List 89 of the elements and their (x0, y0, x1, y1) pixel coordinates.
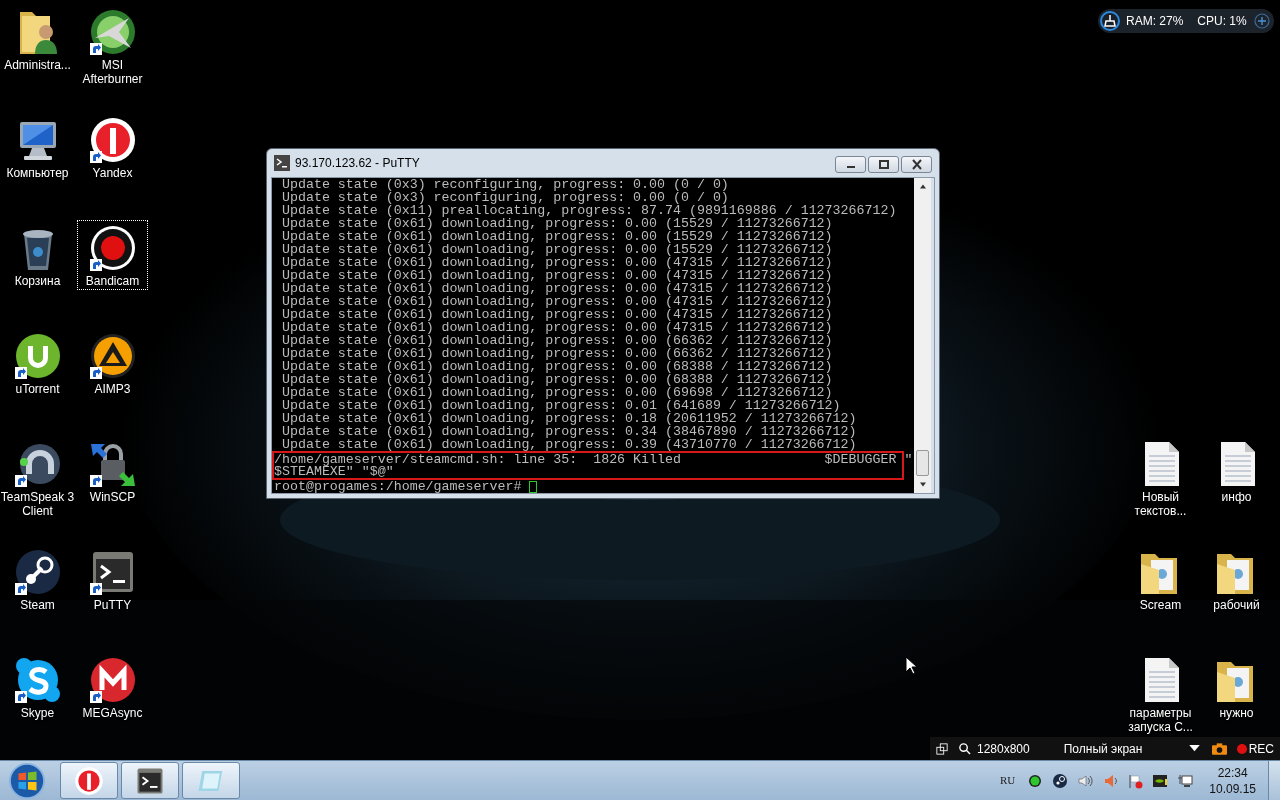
mouse-pointer-icon (905, 656, 917, 675)
maximize-icon (878, 159, 889, 169)
language-indicator[interactable]: RU (1000, 772, 1016, 789)
terminal-icon (274, 155, 290, 171)
terminal-line: Update state (0x3) reconfiguring, progress: 0.00 (0 / 0) (281, 178, 730, 191)
terminal-line: /home/gameserver/steamcmd.sh: line 35: 1826 Killed $DEBUGGER " (274, 453, 913, 466)
status-light-icon[interactable] (1027, 772, 1044, 789)
clock-date[interactable]: 10.09.15 (1209, 780, 1256, 797)
terminal-line: Update state (0x61) downloading, progress: 0.34 (38467890 / 11273266712) (281, 425, 858, 438)
camera-icon[interactable] (1211, 742, 1227, 755)
search-icon[interactable] (958, 742, 971, 755)
taskbar-button[interactable] (121, 762, 179, 799)
broom-icon[interactable] (1100, 11, 1120, 31)
shell-prompt: root@progames:/home/gameserver# (274, 480, 523, 493)
window-title: 93.170.123.62 - PuTTY (295, 155, 420, 172)
icon-label[interactable]: Компьютер (0, 166, 75, 180)
clock-time[interactable]: 22:34 (1217, 764, 1248, 781)
terminal-line: Update state (0x61) downloading, progress: 0.00 (47315 / 11273266712) (281, 256, 834, 269)
terminal-line: Update state (0x61) downloading, progress: 0.00 (68388 / 11273266712) (281, 373, 834, 386)
terminal-line: Update state (0x61) downloading, progress: 0.00 (66362 / 11273266712) (281, 334, 834, 347)
terminal-line: Update state (0x61) downloading, progress: 0.01 (641689 / 11273266712) (281, 399, 841, 412)
icon-label[interactable]: MEGAsync (75, 706, 150, 720)
plus-icon[interactable] (1254, 13, 1270, 29)
record-button[interactable]: REC (1236, 739, 1274, 758)
icon-label[interactable]: Scream (1123, 598, 1198, 612)
terminal-line: Update state (0x61) downloading, progress: 0.00 (68388 / 11273266712) (281, 360, 834, 373)
steam-icon[interactable] (13, 548, 62, 596)
cpu-usage: CPU: 1% (1197, 13, 1247, 30)
terminal-line: Update state (0x11) preallocating, progress: 87.74 (9891169886 / 11273266712) (281, 204, 898, 217)
icon-label[interactable]: Administra... (0, 58, 75, 72)
terminal-line: Update state (0x61) downloading, progress: 0.00 (15529 / 11273266712) (281, 230, 834, 243)
speaker-icon[interactable] (1077, 772, 1094, 789)
close-icon (911, 158, 922, 170)
terminal-line: $STEAMEXE" "$@" (274, 465, 394, 478)
record-dot-icon (1236, 743, 1247, 754)
close-button[interactable] (901, 155, 932, 173)
utorrent-icon[interactable] (13, 332, 62, 380)
terminal-line: Update state (0x61) downloading, progress: 0.39 (43710770 / 11273266712) (281, 438, 858, 451)
icon-label[interactable]: рабочий (1199, 598, 1274, 612)
terminal-line: Update state (0x61) downloading, progress: 0.00 (15529 / 11273266712) (281, 217, 833, 230)
chip-icon[interactable] (1152, 772, 1169, 789)
terminal-line: Update state (0x3) reconfiguring, progress: 0.00 (0 / 0) (281, 191, 729, 204)
msi-icon[interactable] (88, 8, 137, 56)
icon-label[interactable]: параметры запуска С... (1123, 706, 1198, 734)
capture-mode-label[interactable]: Полный экран (1063, 739, 1143, 758)
icon-label[interactable]: uTorrent (0, 382, 75, 396)
terminal-line: Update state (0x61) downloading, progress: 0.18 (20611952 / 11273266712) (281, 412, 858, 425)
show-desktop-button[interactable] (1268, 760, 1280, 800)
icon-label[interactable]: Steam (0, 598, 75, 612)
terminal-line: Update state (0x61) downloading, progress: 0.00 (47315 / 11273266712) (281, 308, 834, 321)
minimize-button[interactable] (835, 155, 866, 173)
icon-label[interactable]: PuTTY (75, 598, 150, 612)
icon-label[interactable]: Новый текстов... (1123, 490, 1198, 518)
steam-icon[interactable] (1052, 772, 1069, 789)
terminal-line: Update state (0x61) downloading, progress: 0.00 (47315 / 11273266712) (281, 295, 834, 308)
icon-label[interactable]: нужно (1199, 706, 1274, 720)
aimp-icon[interactable] (88, 332, 137, 380)
scroll-thumb[interactable] (916, 450, 929, 476)
icon-label[interactable]: TeamSpeak 3 Client (0, 490, 75, 518)
scrollbar[interactable] (914, 178, 931, 493)
bandicam-icon[interactable] (88, 224, 137, 272)
terminal-line: Update state (0x61) downloading, progress: 0.00 (69698 / 11273266712) (281, 386, 833, 399)
terminal-line: Update state (0x61) downloading, progress: 0.00 (47315 / 11273266712) (281, 321, 834, 334)
icon-label[interactable]: WinSCP (75, 490, 150, 504)
mega-icon[interactable] (88, 656, 137, 704)
flag-icon[interactable] (1127, 772, 1144, 789)
caret-icon[interactable] (1188, 745, 1200, 752)
icon-label[interactable]: инфо (1199, 490, 1274, 504)
ram-usage: RAM: 27% (1126, 13, 1184, 30)
windows-icon[interactable] (936, 742, 948, 755)
terminal-line: Update state (0x61) downloading, progress: 0.00 (15529 / 11273266712) (281, 243, 834, 256)
icon-label[interactable]: Yandex (75, 166, 150, 180)
start-button[interactable] (8, 761, 46, 800)
minimize-icon (846, 165, 855, 168)
terminal-line: Update state (0x61) downloading, progress: 0.00 (66362 / 11273266712) (281, 347, 834, 360)
icon-label[interactable]: AIMP3 (75, 382, 150, 396)
resolution-label: 1280x800 (977, 740, 1030, 758)
skype-icon[interactable] (13, 656, 62, 704)
yandex-icon[interactable] (88, 116, 137, 164)
terminal-line: Update state (0x61) downloading, progress: 0.00 (47315 / 11273266712) (281, 269, 834, 282)
icon-label[interactable]: MSI Afterburner (75, 58, 150, 86)
text-cursor (529, 480, 538, 493)
icon-label[interactable]: Skype (0, 706, 75, 720)
icon-label[interactable]: Корзина (0, 274, 75, 288)
network-icon[interactable] (1177, 772, 1194, 789)
icon-label[interactable]: Bandicam (75, 274, 150, 288)
maximize-button[interactable] (868, 155, 899, 173)
yandex-icon (74, 765, 104, 796)
terminal-line: Update state (0x61) downloading, progress: 0.00 (47315 / 11273266712) (281, 282, 834, 295)
